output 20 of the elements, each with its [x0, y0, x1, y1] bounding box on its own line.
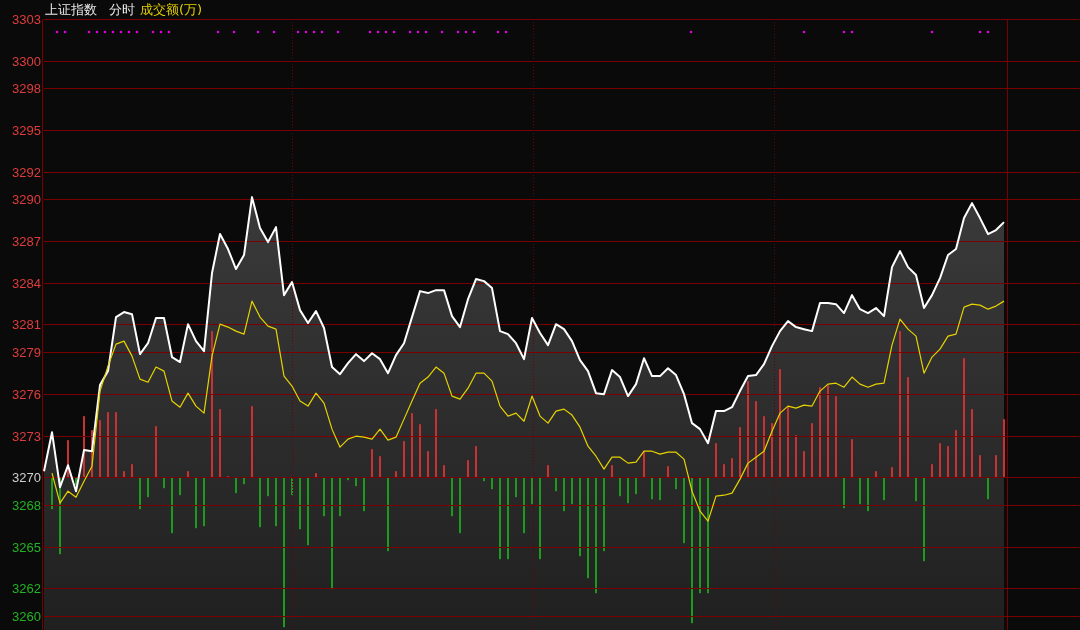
- axis-label: 3300: [12, 53, 41, 69]
- axis-label: 3298: [12, 81, 41, 97]
- axis-label: 3284: [12, 275, 41, 291]
- axis-label: 3287: [12, 234, 41, 250]
- axis-label: 3262: [12, 581, 41, 597]
- axis-label: 3290: [12, 192, 41, 208]
- axis-label: 3273: [12, 428, 41, 444]
- mode-label[interactable]: 分时: [109, 0, 135, 19]
- axis-label: 3276: [12, 386, 41, 402]
- axis-label: 3281: [12, 317, 41, 333]
- axis-label: 3279: [12, 345, 41, 361]
- indicator-label[interactable]: 成交额(万): [140, 0, 203, 19]
- axis-label: 3268: [12, 497, 41, 513]
- axis-label: 3270: [12, 470, 41, 486]
- axis-label: 3260: [12, 609, 41, 624]
- index-title: 上证指数: [45, 1, 97, 19]
- axis-label: 3265: [12, 539, 41, 555]
- axis-label: 3292: [12, 164, 41, 180]
- axis-label: 3295: [12, 123, 41, 139]
- axis-label: 3303: [12, 12, 41, 27]
